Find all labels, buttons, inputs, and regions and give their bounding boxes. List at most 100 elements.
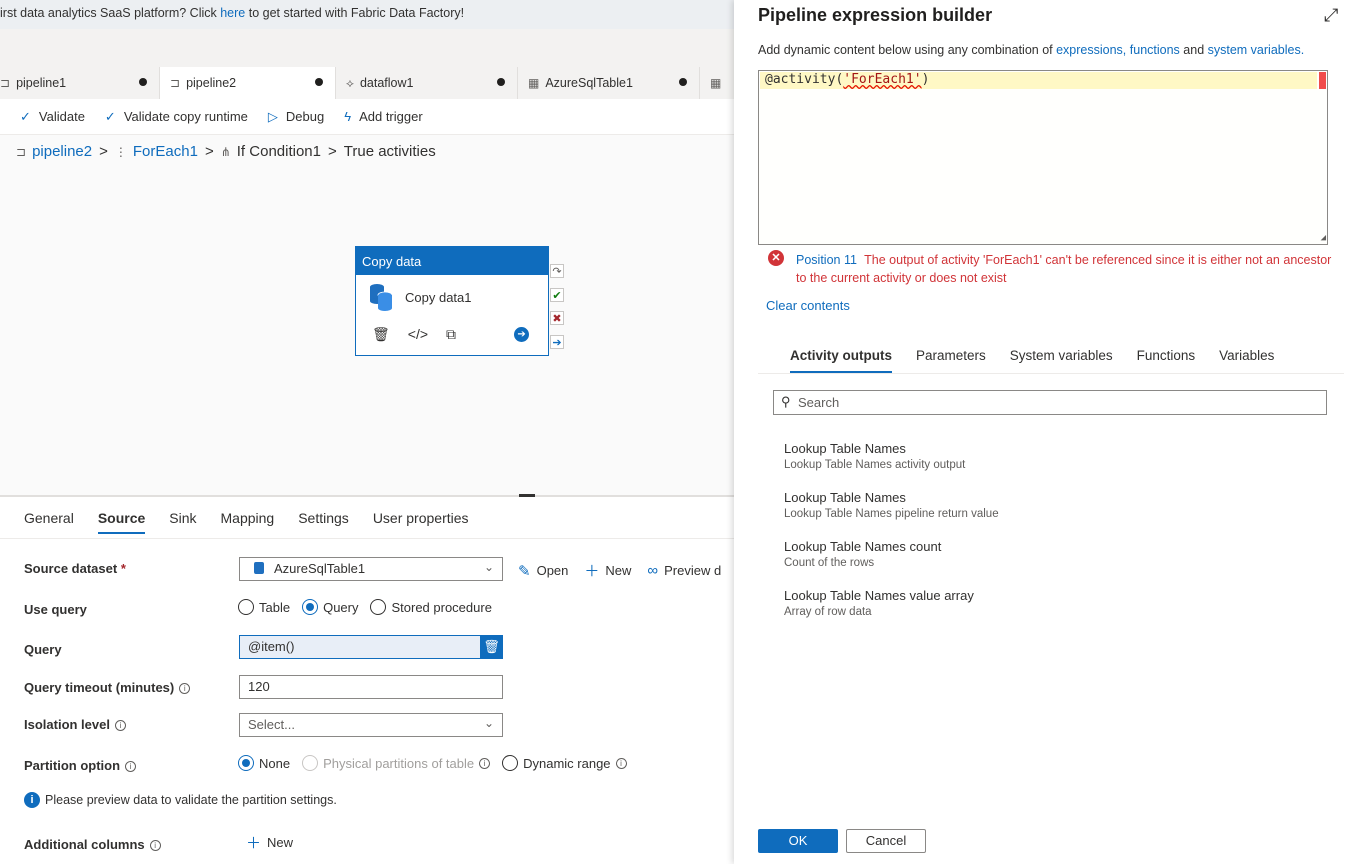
radio-circle — [370, 599, 387, 615]
tab-overflow[interactable]: ▦ — [700, 67, 734, 99]
code-icon[interactable]: </> — [408, 326, 428, 342]
tab-parameters[interactable]: Parameters — [916, 348, 986, 373]
search-placeholder: Search — [798, 395, 840, 410]
copy-data-activity[interactable]: Copy data Copy data1 🗑 </> ⧉ ➔ — [355, 246, 549, 356]
info-icon[interactable]: i — [615, 757, 627, 769]
tab-dataflow1[interactable]: ⟡ dataflow1 — [336, 67, 518, 99]
new-dataset-button[interactable]: ＋ New — [584, 560, 631, 581]
if-condition-icon: ⋔ — [220, 144, 231, 159]
info-icon[interactable]: i — [479, 757, 491, 769]
breadcrumb-pipeline2[interactable]: pipeline2 — [32, 143, 92, 160]
on-success-icon[interactable]: ✔ — [550, 288, 564, 302]
radio-dynamic-range[interactable]: Dynamic range i — [502, 755, 627, 771]
tab-mapping[interactable]: Mapping — [221, 510, 275, 534]
tab-pipeline2[interactable]: ⊐ pipeline2 — [160, 67, 336, 99]
on-failure-icon[interactable]: ✖ — [550, 311, 564, 325]
delete-icon[interactable]: 🗑 — [372, 326, 390, 343]
info-filled-icon: i — [24, 792, 40, 808]
table-icon: ▦ — [528, 76, 540, 90]
banner-link[interactable]: here — [220, 6, 245, 20]
on-completion-icon[interactable]: ➔ — [550, 335, 564, 349]
activity-actions: 🗑 </> ⧉ ➔ — [356, 319, 548, 349]
debug-button[interactable]: ▷ Debug — [268, 109, 324, 125]
tab-functions[interactable]: Functions — [1137, 348, 1196, 373]
resize-grip-icon[interactable]: ◢ — [1321, 233, 1326, 243]
partition-note: i Please preview data to validate the pa… — [24, 792, 337, 808]
add-trigger-button[interactable]: ϟ Add trigger — [344, 109, 422, 124]
clear-contents-link[interactable]: Clear contents — [766, 298, 850, 313]
error-position-link[interactable]: Position 11 — [796, 253, 857, 267]
activity-type: Copy data — [356, 247, 548, 275]
partition-radio-group: None Physical partitions of table i Dynam… — [238, 755, 639, 771]
pane-splitter[interactable] — [0, 495, 734, 497]
info-icon[interactable]: i — [125, 761, 137, 772]
list-item[interactable]: Lookup Table Names value array Array of … — [784, 588, 974, 618]
promo-banner: irst data analytics SaaS platform? Click… — [0, 0, 734, 29]
trash-icon[interactable]: 🗑 — [480, 635, 503, 659]
validate-copy-label: Validate copy runtime — [123, 109, 248, 124]
validate-button[interactable]: ✓ Validate — [20, 109, 85, 125]
expression-editor[interactable]: @activity('ForEach1') ◢ — [758, 70, 1328, 245]
radio-query[interactable]: Query — [302, 599, 358, 615]
radio-physical-partitions: Physical partitions of table i — [302, 755, 491, 771]
query-timeout-input[interactable]: 120 — [239, 675, 503, 699]
search-input[interactable]: ⚲ Search — [773, 390, 1327, 415]
splitter-grip-icon[interactable] — [519, 494, 535, 497]
preview-data-button[interactable]: ∞ Preview d — [647, 560, 721, 581]
arrow-right-circle-icon[interactable]: ➔ — [514, 326, 530, 342]
chevron-down-icon: ⌄ — [483, 716, 494, 730]
add-column-button[interactable]: ＋ New — [246, 832, 293, 853]
label-text: Source dataset — [24, 561, 118, 576]
radio-circle-selected — [238, 755, 254, 771]
list-item[interactable]: Lookup Table Names count Count of the ro… — [784, 539, 941, 569]
tab-settings[interactable]: Settings — [298, 510, 349, 534]
source-dataset-value: AzureSqlTable1 — [274, 561, 366, 576]
info-icon[interactable]: i — [149, 840, 161, 851]
info-icon[interactable]: i — [114, 720, 126, 731]
divider — [0, 538, 734, 539]
tab-system-variables[interactable]: System variables — [1010, 348, 1113, 373]
clone-icon[interactable]: ⧉ — [446, 326, 456, 343]
expand-icon[interactable]: ⤢ — [1324, 5, 1338, 26]
functions-link[interactable]: functions — [1130, 43, 1180, 57]
tab-user-properties[interactable]: User properties — [373, 510, 469, 534]
breadcrumb-separator: > — [99, 143, 108, 160]
tab-general[interactable]: General — [24, 510, 74, 534]
query-label: Query — [24, 642, 62, 657]
radio-label: Query — [323, 599, 359, 615]
item-title: Lookup Table Names value array — [784, 588, 974, 603]
radio-label: Dynamic range — [523, 755, 611, 771]
tab-sink[interactable]: Sink — [169, 510, 196, 534]
validate-copy-runtime-button[interactable]: ✓ Validate copy runtime — [105, 109, 248, 125]
breadcrumb-foreach1[interactable]: ForEach1 — [133, 143, 198, 160]
query-input[interactable]: @item() — [239, 635, 481, 659]
list-item[interactable]: Lookup Table Names Lookup Table Names pi… — [784, 490, 999, 520]
check-icon: ✓ — [104, 108, 116, 124]
activity-name: Copy data1 — [405, 289, 472, 305]
tab-source[interactable]: Source — [97, 510, 146, 534]
tab-variables[interactable]: Variables — [1219, 348, 1274, 373]
open-button[interactable]: ✎ Open — [518, 560, 568, 581]
play-icon: ▷ — [267, 108, 278, 124]
on-skip-icon[interactable]: ↷ — [550, 264, 564, 278]
list-item[interactable]: Lookup Table Names Lookup Table Names ac… — [784, 441, 965, 471]
tab-activity-outputs[interactable]: Activity outputs — [790, 348, 893, 373]
tab-azuresqltable1[interactable]: ▦ AzureSqlTable1 — [518, 67, 700, 99]
source-dataset-select[interactable]: AzureSqlTable1 ⌄ — [239, 557, 503, 581]
item-subtitle: Lookup Table Names activity output — [784, 459, 966, 471]
tab-pipeline1[interactable]: ⊐ pipeline1 — [0, 67, 160, 99]
database-icon — [370, 284, 393, 311]
plus-icon: ＋ — [246, 835, 262, 852]
expressions-link[interactable]: expressions, — [1056, 43, 1126, 57]
system-variables-link[interactable]: system variables. — [1208, 43, 1305, 57]
unsaved-dot-icon — [497, 78, 505, 86]
info-icon[interactable]: i — [179, 683, 191, 694]
radio-stored-procedure[interactable]: Stored procedure — [370, 599, 492, 615]
cancel-button[interactable]: Cancel — [846, 829, 926, 853]
radio-none[interactable]: None — [238, 755, 290, 771]
radio-table[interactable]: Table — [238, 599, 290, 615]
ok-button[interactable]: OK — [758, 829, 838, 853]
isolation-level-select[interactable]: Select... ⌄ — [239, 713, 503, 737]
label-text: Partition option — [24, 758, 121, 773]
dataflow-icon: ⟡ — [346, 75, 354, 90]
